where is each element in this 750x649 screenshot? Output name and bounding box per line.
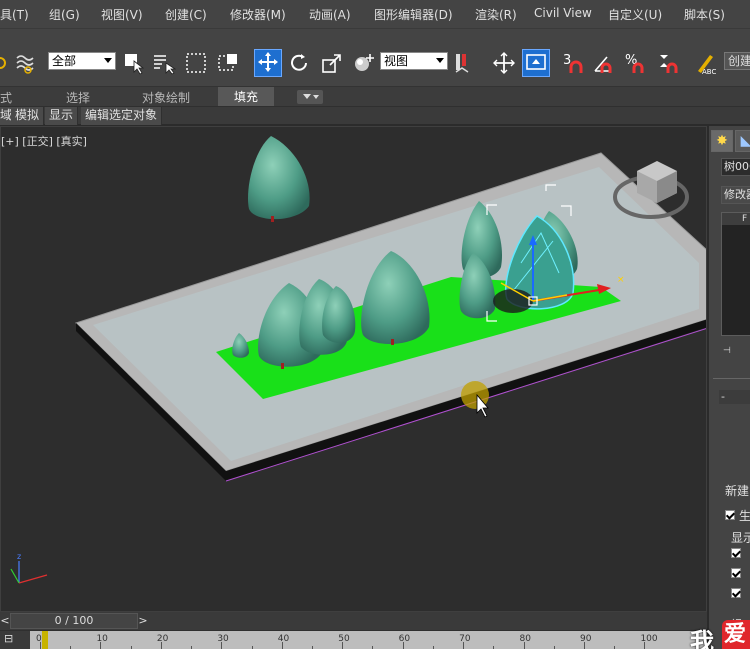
time-slider-thumb[interactable]: 0 / 100 <box>10 613 138 629</box>
window-crossing-icon[interactable] <box>216 51 240 75</box>
tab-modeling[interactable]: 式 <box>0 89 12 106</box>
generate-label: 生 <box>739 509 750 523</box>
timeline-track: ⊟ 0 10 20 30 40 50 60 70 80 90 100 <box>0 630 707 649</box>
command-panel: ✸ ◣ 树006 修改器 F ⊣ - 新建 生 显示 视口 <box>709 126 750 649</box>
select-and-move-icon[interactable] <box>254 49 282 77</box>
watermark-char-2: 爱 <box>722 620 750 649</box>
ribbon-options-button[interactable] <box>297 90 323 104</box>
svg-text:z: z <box>17 552 21 561</box>
main-toolbar: 全部 视图 3 % ABC 创建 <box>0 28 750 86</box>
divider <box>713 378 750 379</box>
named-sets-value: 创建 <box>728 54 750 68</box>
menu-animation[interactable]: 动画(A) <box>309 6 351 23</box>
place-object-icon[interactable] <box>352 51 376 75</box>
rollout-header[interactable]: - <box>719 390 750 404</box>
pivot-center-icon[interactable] <box>452 51 476 75</box>
new-button[interactable]: 新建 <box>725 482 749 499</box>
chevron-down-icon <box>436 58 444 63</box>
modifier-list-dropdown[interactable]: 修改器 <box>721 186 750 204</box>
generate-checkbox[interactable] <box>725 510 735 520</box>
rect-selection-icon[interactable] <box>184 51 208 75</box>
menu-bar: 具(T) 组(G) 视图(V) 创建(C) 修改器(M) 动画(A) 图形编辑器… <box>0 0 750 28</box>
menu-customize[interactable]: 自定义(U) <box>608 6 662 23</box>
subtab-simulate[interactable]: 模拟 <box>11 107 45 125</box>
timeline-label: 90 <box>579 634 592 644</box>
modify-tab-icon[interactable]: ◣ <box>735 130 750 152</box>
modifier-stack-header: F <box>722 213 750 225</box>
scene-canvas[interactable]: × z <box>1 127 707 612</box>
tab-selection[interactable]: 选择 <box>66 89 90 106</box>
menu-create[interactable]: 创建(C) <box>165 6 207 23</box>
menu-tools[interactable]: 具(T) <box>0 6 29 23</box>
timeline-label: 80 <box>519 634 531 644</box>
timeline-ruler[interactable]: 0 10 20 30 40 50 60 70 80 90 100 <box>30 631 707 649</box>
subtab-edit-selected[interactable]: 编辑选定对象 <box>81 107 163 125</box>
modifier-stack[interactable]: F <box>721 212 750 336</box>
timeline-label: 10 <box>96 634 108 644</box>
chevron-down-icon <box>313 95 319 99</box>
timeline-label: 60 <box>398 634 411 644</box>
display-option-1-checkbox[interactable] <box>731 548 741 558</box>
curve-editor-icon[interactable]: ⊟ <box>4 632 24 648</box>
timeline-label: 50 <box>338 634 350 644</box>
tree-detached[interactable] <box>247 136 310 222</box>
snaps-toggle-icon[interactable]: 3 <box>562 51 586 75</box>
perspective-viewport[interactable]: [+] [正交] [真实] × z <box>0 126 707 612</box>
watermark-char-1: 我 <box>690 627 714 649</box>
selection-filter-value: 全部 <box>52 54 77 68</box>
angle-snap-icon[interactable] <box>592 51 616 75</box>
menu-modifiers[interactable]: 修改器(M) <box>230 6 286 23</box>
chevron-down-icon <box>104 58 112 63</box>
menu-views[interactable]: 视图(V) <box>101 6 143 23</box>
percent-snap-icon[interactable]: % <box>624 51 648 75</box>
display-group-label: 显示 <box>731 531 750 545</box>
populate-subtab-bar: 域 模拟 显示 编辑选定对象 <box>0 106 750 125</box>
timeline-label: 70 <box>459 634 471 644</box>
menu-civil-view[interactable]: Civil View <box>534 6 592 20</box>
tab-object-paint[interactable]: 对象绘制 <box>142 89 190 106</box>
menu-scripting[interactable]: 脚本(S) <box>684 6 725 23</box>
next-frame-button[interactable]: > <box>138 613 148 629</box>
tab-populate[interactable]: 填充 <box>218 87 275 107</box>
timeline-label: 100 <box>640 634 658 644</box>
select-and-rotate-icon[interactable] <box>287 51 311 75</box>
object-name-field[interactable]: 树006 <box>721 158 750 176</box>
edit-named-selection-icon[interactable]: ABC <box>694 51 718 76</box>
select-manipulate-icon[interactable] <box>492 51 516 75</box>
svg-text:ABC: ABC <box>702 68 716 75</box>
select-and-scale-icon[interactable] <box>320 51 344 75</box>
prev-frame-button[interactable]: < <box>0 613 10 629</box>
select-by-name-icon[interactable] <box>152 51 177 75</box>
timeline-label: 0 <box>36 634 42 644</box>
reference-coord-dropdown[interactable]: 视图 <box>380 52 448 70</box>
app-window: 具(T) 组(G) 视图(V) 创建(C) 修改器(M) 动画(A) 图形编辑器… <box>0 0 750 649</box>
reference-coord-value: 视图 <box>384 54 409 68</box>
mouse-cursor <box>461 381 489 418</box>
axis-tripod: z <box>10 552 48 584</box>
bind-spacewarp-icon[interactable] <box>14 51 38 75</box>
select-object-icon[interactable] <box>122 51 146 75</box>
named-selection-sets-dropdown[interactable]: 创建 <box>724 52 750 70</box>
create-tab-icon[interactable]: ✸ <box>711 130 733 152</box>
selection-filter-dropdown[interactable]: 全部 <box>48 52 116 70</box>
subtab-display[interactable]: 显示 <box>45 107 79 125</box>
time-slider: < 0 / 100 > <box>0 612 707 630</box>
keyboard-shortcut-override-icon[interactable] <box>522 49 550 77</box>
display-option-2-checkbox[interactable] <box>731 568 741 578</box>
timeline-label: 20 <box>156 634 169 644</box>
spinner-snap-icon[interactable] <box>656 51 680 75</box>
svg-text:×: × <box>617 275 625 285</box>
ribbon-tab-bar: 式 选择 对象绘制 填充 <box>0 86 750 107</box>
display-option-3-checkbox[interactable] <box>731 588 741 598</box>
pin-stack-icon[interactable]: ⊣ <box>723 346 737 356</box>
timeline-label: 40 <box>277 634 290 644</box>
menu-group[interactable]: 组(G) <box>49 6 80 23</box>
current-frame-marker[interactable] <box>42 631 48 649</box>
menu-rendering[interactable]: 渲染(R) <box>475 6 517 23</box>
menu-graph-editors[interactable]: 图形编辑器(D) <box>374 6 453 23</box>
watermark-logo: 我 爱 <box>686 620 750 649</box>
timeline-label: 30 <box>217 634 229 644</box>
